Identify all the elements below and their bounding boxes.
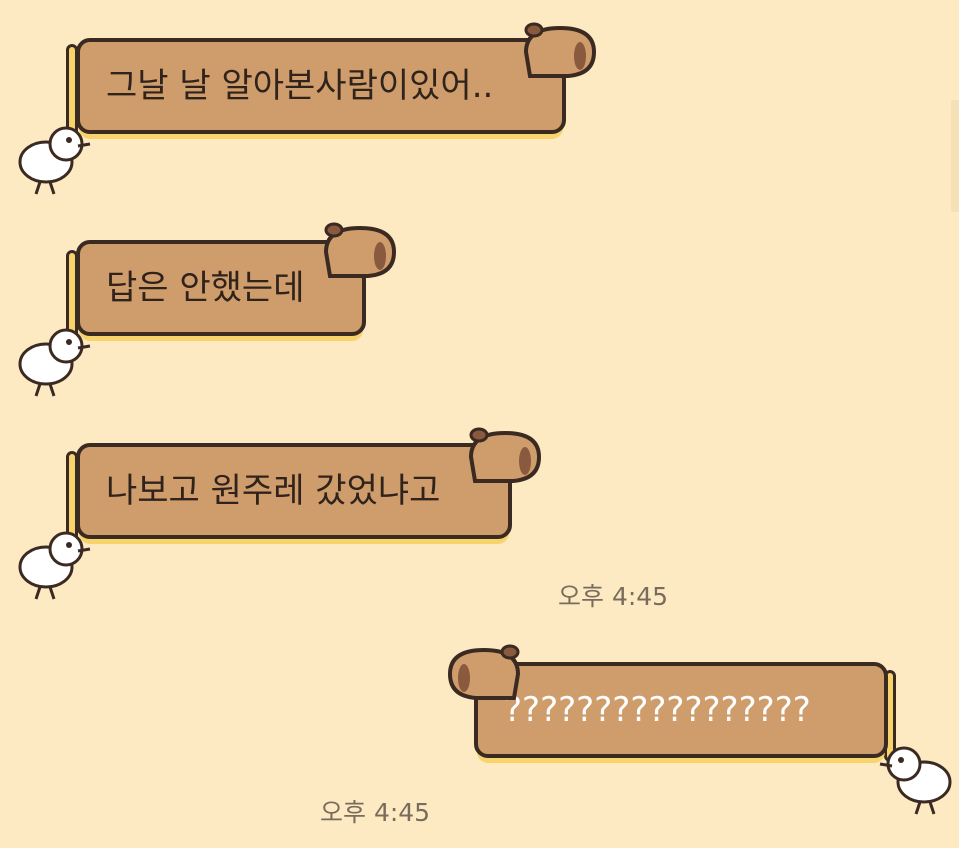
message-incoming-3[interactable]: 나보고 원주레 갔었냐고 xyxy=(0,405,700,605)
message-incoming-1[interactable]: 그날 날 알아본사람이있어.. xyxy=(0,0,620,200)
message-text: 그날 날 알아본사람이있어.. xyxy=(106,66,494,106)
capybara-head-icon xyxy=(323,222,397,278)
message-text: ????????????????? xyxy=(504,690,811,730)
kiwi-bird-icon xyxy=(18,328,91,397)
message-outgoing-4[interactable]: ????????????????? xyxy=(430,640,959,830)
message-text: 답은 안했는데 xyxy=(106,268,305,308)
kiwi-bird-icon xyxy=(18,126,91,195)
message-incoming-2[interactable]: 답은 안했는데 xyxy=(0,200,620,400)
kiwi-bird-icon xyxy=(879,746,952,815)
kiwi-bird-icon xyxy=(18,531,91,600)
capybara-head-icon xyxy=(523,22,597,78)
message-bubble[interactable]: 그날 날 알아본사람이있어.. xyxy=(76,38,566,134)
message-bubble[interactable]: ????????????????? xyxy=(474,662,888,758)
message-bubble[interactable]: 나보고 원주레 갔었냐고 xyxy=(76,443,512,539)
message-timestamp: 오후 4:45 xyxy=(558,582,669,611)
scrollbar[interactable] xyxy=(951,100,959,212)
message-timestamp: 오후 4:45 xyxy=(320,798,431,827)
capybara-head-icon xyxy=(468,427,542,483)
message-text: 나보고 원주레 갔었냐고 xyxy=(106,471,441,511)
capybara-head-icon xyxy=(447,644,521,700)
